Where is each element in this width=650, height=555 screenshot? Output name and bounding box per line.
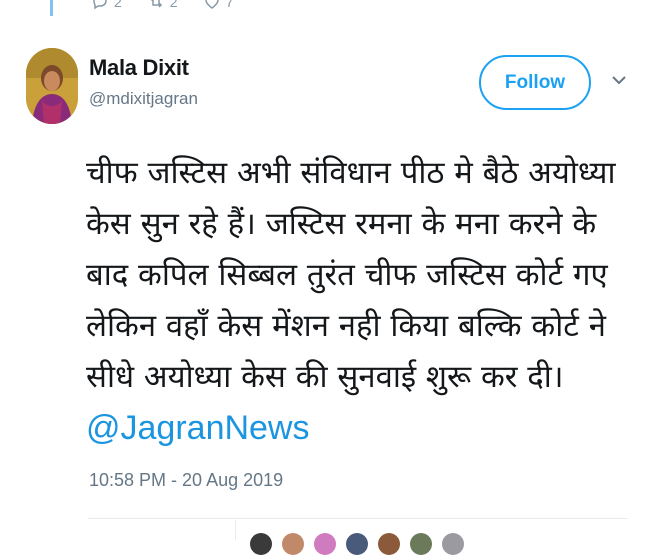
display-name[interactable]: Mala Dixit <box>89 55 198 81</box>
avatar-photo <box>26 48 78 124</box>
mention-link[interactable]: @JagranNews <box>86 409 310 447</box>
tweet-timestamp[interactable]: 10:58 PM - 20 Aug 2019 <box>89 470 283 491</box>
retweet-action[interactable]: 2 <box>148 0 178 10</box>
user-handle[interactable]: @mdixitjagran <box>89 89 198 109</box>
liker-avatar[interactable] <box>378 533 400 555</box>
liker-avatar[interactable] <box>314 533 336 555</box>
liker-avatar[interactable] <box>346 533 368 555</box>
user-info: Mala Dixit @mdixitjagran <box>89 55 198 109</box>
tweet-text: चीफ जस्टिस अभी संविधान पीठ मे बैठे अयोध्… <box>86 148 634 455</box>
previous-tweet-actions: 2 2 7 <box>92 0 233 10</box>
avatar[interactable] <box>26 48 78 124</box>
liker-avatar[interactable] <box>250 533 272 555</box>
liker-avatar[interactable] <box>410 533 432 555</box>
liker-avatars[interactable] <box>250 533 464 555</box>
previous-tweet-footer: 2 2 7 <box>0 0 650 22</box>
caret-down-icon[interactable] <box>611 74 627 86</box>
like-count: 7 <box>225 0 234 10</box>
reply-icon <box>93 0 107 10</box>
stats-divider <box>235 520 236 540</box>
reply-action[interactable]: 2 <box>92 0 122 10</box>
liker-avatar[interactable] <box>282 533 304 555</box>
like-icon <box>204 0 219 9</box>
liker-avatar[interactable] <box>442 533 464 555</box>
reply-count: 2 <box>114 0 122 10</box>
divider <box>88 518 628 519</box>
follow-button[interactable]: Follow <box>479 55 591 110</box>
tweet-body: चीफ जस्टिस अभी संविधान पीठ मे बैठे अयोध्… <box>86 155 626 395</box>
like-action[interactable]: 7 <box>204 0 234 10</box>
thread-connector-line <box>50 0 53 16</box>
retweet-count: 2 <box>169 0 178 10</box>
retweet-icon <box>150 0 162 8</box>
